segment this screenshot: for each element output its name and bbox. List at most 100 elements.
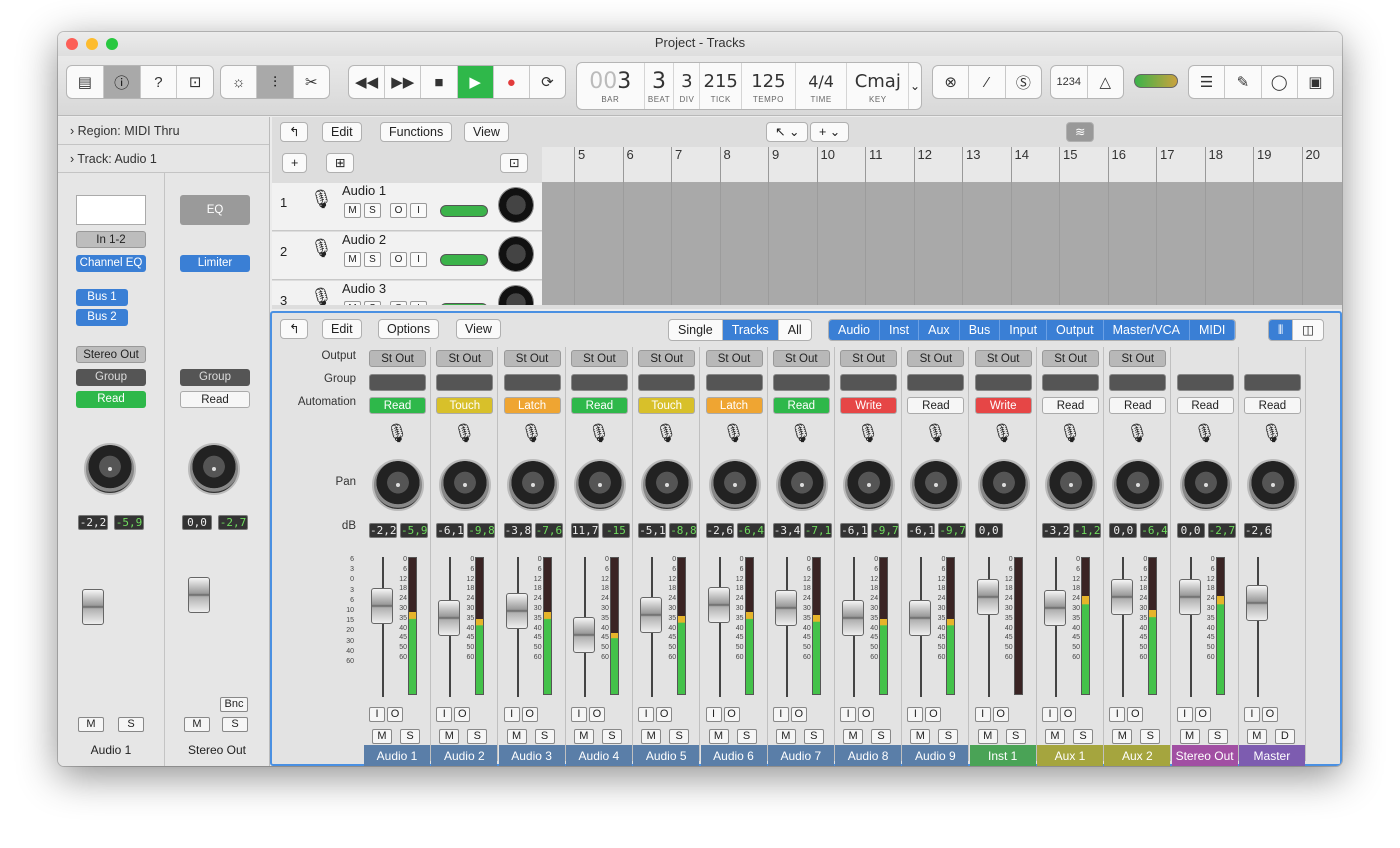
track-record-enable-button[interactable]: I (410, 203, 427, 218)
channel-name[interactable]: Audio 6 (700, 745, 767, 766)
input-monitor-button[interactable]: I (503, 707, 520, 722)
input-monitor-button[interactable]: I (1109, 707, 1126, 722)
automation-mode[interactable]: Read (772, 397, 830, 414)
pan-knob[interactable] (439, 459, 492, 511)
mute-button[interactable]: M (977, 729, 998, 744)
close-window-button[interactable] (66, 38, 78, 50)
pan-knob[interactable] (573, 459, 626, 511)
mute-button[interactable]: M (1179, 729, 1200, 744)
volume-fader[interactable] (640, 597, 663, 633)
list-editors-icon[interactable]: ☰ (1189, 66, 1226, 98)
inspector-mute-button[interactable]: M (78, 717, 104, 732)
pan-knob[interactable] (977, 459, 1030, 511)
record-icon[interactable]: ● (494, 66, 530, 98)
send-bus-2[interactable]: Bus 2 (76, 309, 128, 326)
plugin-channel-eq[interactable]: Channel EQ (76, 255, 146, 272)
channel-name[interactable]: Audio 5 (633, 745, 700, 766)
volume-fader[interactable] (438, 600, 461, 636)
rewind-icon[interactable]: ◀◀ (349, 66, 386, 98)
pan-knob[interactable] (84, 443, 136, 495)
solo-button[interactable]: S (1140, 729, 1161, 744)
lcd-display[interactable]: 003 BAR 3 BEAT 3 DIV 215 TICK 125 TEMPO 4/4 TI… (576, 62, 922, 110)
timeline-ruler[interactable]: 5 6 7 8 9 10 11 12 13 14 15 16 17 18 19 20 (542, 147, 1342, 183)
track-volume-slider[interactable] (440, 303, 488, 305)
group-slot[interactable] (840, 374, 898, 391)
volume-fader[interactable] (572, 617, 595, 653)
volume-fader[interactable] (1044, 590, 1066, 626)
solo-button[interactable]: S (669, 729, 690, 744)
track-header[interactable]: 3 🎙 Audio 3 MS OI (272, 281, 542, 305)
input-monitor-button[interactable]: I (436, 707, 453, 722)
dim-button[interactable]: D (1274, 729, 1295, 744)
record-enable-button[interactable]: O (992, 707, 1009, 722)
group-slot[interactable]: Group (76, 369, 146, 386)
track-input-monitor-button[interactable]: O (390, 203, 407, 218)
filter-master-vca[interactable]: Master/VCA (1103, 320, 1190, 340)
inspector-mute-button-2[interactable]: M (184, 717, 210, 732)
view-single[interactable]: Single (669, 320, 723, 340)
waveform-zoom-icon[interactable]: ≋ (1066, 122, 1095, 142)
view-all[interactable]: All (779, 320, 811, 340)
pan-knob-2[interactable] (188, 443, 240, 495)
track-mute-button[interactable]: M (344, 203, 361, 218)
automation-mode[interactable]: Read (1176, 397, 1234, 414)
solo-icon[interactable]: Ⓢ (1006, 66, 1041, 98)
track-header[interactable]: 1 🎙 Audio 1 MSOI (272, 183, 542, 231)
replace-icon[interactable]: ⊗ (933, 66, 970, 98)
automation-mode[interactable]: Write (974, 397, 1032, 414)
record-enable-button[interactable]: O (588, 707, 605, 722)
loop-browser-icon[interactable]: ◯ (1262, 66, 1298, 98)
track-header[interactable]: 2 🎙 Audio 2 MSOI (272, 232, 542, 280)
output-slot[interactable]: St Out (369, 350, 426, 367)
mute-button[interactable]: M (1112, 729, 1133, 744)
group-slot[interactable] (1109, 374, 1167, 391)
output-slot[interactable]: St Out (1109, 350, 1167, 367)
send-bus-1[interactable]: Bus 1 (76, 289, 128, 306)
output-slot[interactable]: St Out (638, 350, 696, 367)
group-slot[interactable] (436, 374, 494, 391)
solo-button[interactable]: S (803, 729, 824, 744)
channel-name[interactable]: Audio 7 (767, 745, 834, 766)
output-slot[interactable]: St Out (974, 350, 1032, 367)
mute-button[interactable]: M (1045, 729, 1065, 744)
pan-knob[interactable] (372, 459, 424, 511)
group-slot-2[interactable]: Group (180, 369, 250, 386)
solo-button[interactable]: S (1005, 729, 1026, 744)
record-enable-button[interactable]: O (387, 707, 403, 722)
mixer-icon[interactable]: ⫶ (257, 66, 294, 98)
output-slot[interactable]: St Out (840, 350, 898, 367)
input-slot[interactable]: In 1-2 (76, 231, 146, 248)
filter-output[interactable]: Output (1047, 320, 1104, 340)
mute-button[interactable]: M (506, 729, 527, 744)
count-in-button[interactable]: 1234 (1051, 66, 1088, 98)
record-enable-button[interactable]: O (454, 707, 471, 722)
output-slot[interactable]: St Out (1042, 350, 1099, 367)
output-slot[interactable]: St Out (705, 350, 763, 367)
track-inspector[interactable]: › Track: Audio 1 (58, 145, 269, 173)
output-slot[interactable]: Stereo Out (76, 346, 146, 363)
inspector-solo-button-2[interactable]: S (222, 717, 248, 732)
track-input-monitor-button[interactable]: O (390, 252, 407, 267)
input-monitor-button[interactable]: I (570, 707, 587, 722)
pan-knob[interactable] (1246, 459, 1299, 511)
record-enable-button[interactable]: O (925, 707, 942, 722)
track-record-enable-button[interactable]: I (410, 252, 427, 267)
solo-button[interactable]: S (400, 729, 420, 744)
tracks-view-menu[interactable]: View (464, 122, 509, 142)
group-slot[interactable] (503, 374, 561, 391)
channel-name[interactable]: Aux 2 (1104, 745, 1171, 766)
record-enable-button[interactable]: O (790, 707, 807, 722)
track-name[interactable]: Audio 1 (342, 183, 386, 198)
arrange-area[interactable] (542, 183, 1342, 305)
mute-button[interactable]: M (573, 729, 594, 744)
add-track-button[interactable]: + (282, 153, 308, 173)
automation-mode[interactable]: Latch (705, 397, 763, 414)
record-enable-button[interactable]: O (1060, 707, 1076, 722)
cycle-icon[interactable]: ⟳ (530, 66, 565, 98)
pan-knob[interactable] (775, 459, 828, 511)
track-name[interactable]: Audio 2 (342, 232, 386, 247)
mute-button[interactable]: M (708, 729, 729, 744)
volume-fader[interactable] (976, 579, 999, 615)
group-slot[interactable] (638, 374, 696, 391)
automation-mode[interactable]: Touch (638, 397, 696, 414)
